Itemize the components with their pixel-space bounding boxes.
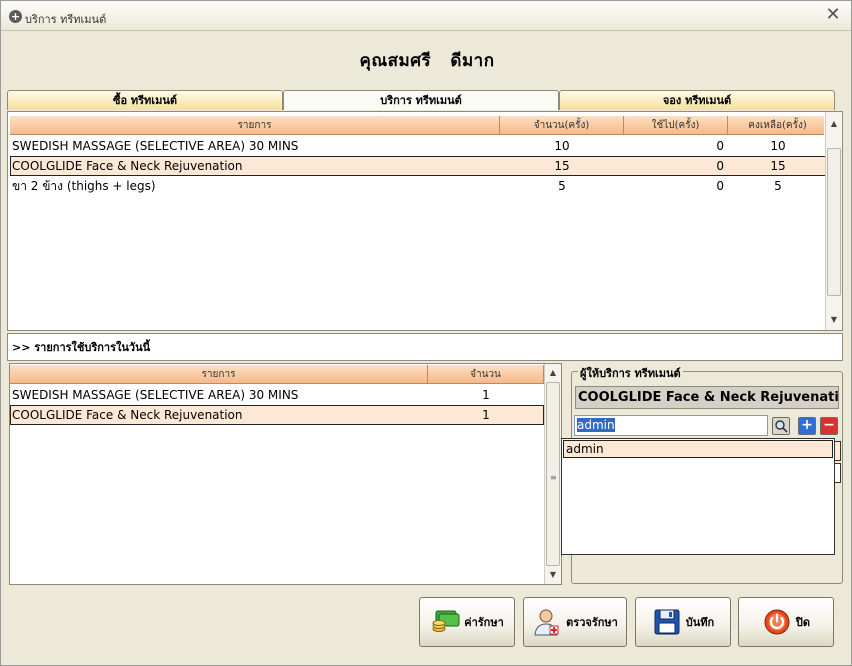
doctor-icon (534, 609, 559, 636)
app-plus-icon: + (9, 10, 22, 23)
fee-button[interactable]: ค่ารักษา (419, 597, 515, 647)
plus-icon: + (801, 417, 813, 433)
tab-book-treatment[interactable]: จอง ทรีทเมนต์ (559, 90, 835, 110)
save-button-label: บันทึก (685, 616, 715, 629)
row-qty: 1 (482, 408, 490, 422)
row-used: 0 (716, 139, 724, 153)
row-item: SWEDISH MASSAGE (SELECTIVE AREA) 30 MINS (12, 139, 299, 153)
row-total: 10 (554, 139, 570, 153)
floppy-disk-icon (654, 609, 680, 635)
row-qty: 1 (482, 388, 490, 402)
scroll-thumb[interactable] (827, 148, 841, 296)
add-staff-button[interactable]: + (798, 417, 816, 435)
save-button[interactable]: บันทึก (635, 597, 731, 647)
row-used: 0 (716, 179, 724, 193)
col-item[interactable]: รายการ (10, 116, 500, 135)
power-icon (764, 609, 790, 635)
provider-group-legend: ผู้ให้บริการ ทรีทเมนต์ (578, 364, 683, 382)
dropdown-option-admin[interactable]: admin (563, 440, 833, 458)
list-item[interactable]: SWEDISH MASSAGE (SELECTIVE AREA) 30 MINS… (10, 385, 544, 405)
customer-name: คุณสมศรี ดีมาก (359, 51, 495, 71)
close-button[interactable]: ปิด (738, 597, 834, 647)
tab-buy-treatment[interactable]: ซื้อ ทรีทเมนต์ (7, 90, 283, 110)
remove-staff-button[interactable]: − (820, 417, 838, 435)
row-remaining: 5 (774, 179, 782, 193)
today-usage-label: >> รายการใช้บริการในวันนี้ (7, 333, 843, 361)
today-grid-header: รายการ จำนวน (10, 365, 544, 384)
scroll-down-icon[interactable]: ▼ (826, 312, 842, 328)
treatments-scrollbar[interactable]: ▲ ▼ (825, 112, 842, 330)
examine-button-label: ตรวจรักษา (566, 616, 618, 629)
close-button-label: ปิด (795, 616, 811, 629)
col-remaining[interactable]: คงเหลือ(ครั้ง) (728, 116, 828, 135)
treatments-grid: รายการ จำนวน(ครั้ง) ใช้ไป(ครั้ง) คงเหลือ… (7, 111, 843, 331)
today-scrollbar[interactable]: ▲ ≡ ▼ (544, 364, 561, 584)
col-qty[interactable]: จำนวน (428, 365, 544, 384)
magnify-icon (775, 420, 788, 433)
scroll-up-icon[interactable]: ▲ (545, 365, 561, 381)
row-item: COOLGLIDE Face & Neck Rejuvenation (12, 159, 243, 173)
staff-search-input[interactable]: admin (574, 415, 768, 436)
fee-button-label: ค่ารักษา (464, 616, 504, 629)
col-item[interactable]: รายการ (10, 365, 428, 384)
row-item: COOLGLIDE Face & Neck Rejuvenation (12, 408, 243, 422)
tab-service-treatment[interactable]: บริการ ทรีทเมนต์ (283, 90, 559, 110)
tab-strip: ซื้อ ทรีทเมนต์ บริการ ทรีทเมนต์ จอง ทรีท… (7, 90, 837, 110)
today-usage-grid: รายการ จำนวน SWEDISH MASSAGE (SELECTIVE … (9, 363, 562, 585)
row-remaining: 15 (770, 159, 786, 173)
money-icon (432, 610, 460, 632)
row-item: SWEDISH MASSAGE (SELECTIVE AREA) 30 MINS (12, 388, 299, 402)
col-used[interactable]: ใช้ไป(ครั้ง) (624, 116, 728, 135)
staff-dropdown[interactable]: admin (561, 438, 835, 555)
table-row[interactable]: ขา 2 ข้าง (thighs + legs) 5 0 5 (10, 176, 826, 196)
table-row-selected[interactable]: COOLGLIDE Face & Neck Rejuvenation 15 0 … (10, 156, 826, 176)
treatment-service-window: + บริการ ทรีทเมนต์ ✕ คุณสมศรี ดีมาก ซื้อ… (0, 0, 852, 666)
minus-icon: − (823, 417, 835, 433)
scroll-thumb[interactable]: ≡ (546, 382, 560, 566)
row-remaining: 10 (770, 139, 786, 153)
table-row[interactable]: SWEDISH MASSAGE (SELECTIVE AREA) 30 MINS… (10, 136, 826, 156)
examine-button[interactable]: ตรวจรักษา (523, 597, 627, 647)
row-total: 15 (554, 159, 570, 173)
col-total[interactable]: จำนวน(ครั้ง) (500, 116, 624, 135)
scroll-up-icon[interactable]: ▲ (826, 116, 842, 132)
window-title: บริการ ทรีทเมนต์ (25, 13, 107, 26)
row-used: 0 (716, 159, 724, 173)
close-window-icon[interactable]: ✕ (823, 5, 843, 25)
scroll-down-icon[interactable]: ▼ (545, 567, 561, 583)
selected-treatment-field: COOLGLIDE Face & Neck Rejuvenation (575, 386, 839, 409)
title-bar: + บริการ ทรีทเมนต์ ✕ (1, 1, 851, 31)
row-item: ขา 2 ข้าง (thighs + legs) (12, 179, 156, 193)
treatments-grid-header: รายการ จำนวน(ครั้ง) ใช้ไป(ครั้ง) คงเหลือ… (10, 116, 828, 135)
list-item-selected[interactable]: COOLGLIDE Face & Neck Rejuvenation 1 (10, 405, 544, 425)
search-staff-button[interactable] (772, 417, 790, 435)
staff-input-value: admin (577, 418, 615, 432)
row-total: 5 (558, 179, 566, 193)
